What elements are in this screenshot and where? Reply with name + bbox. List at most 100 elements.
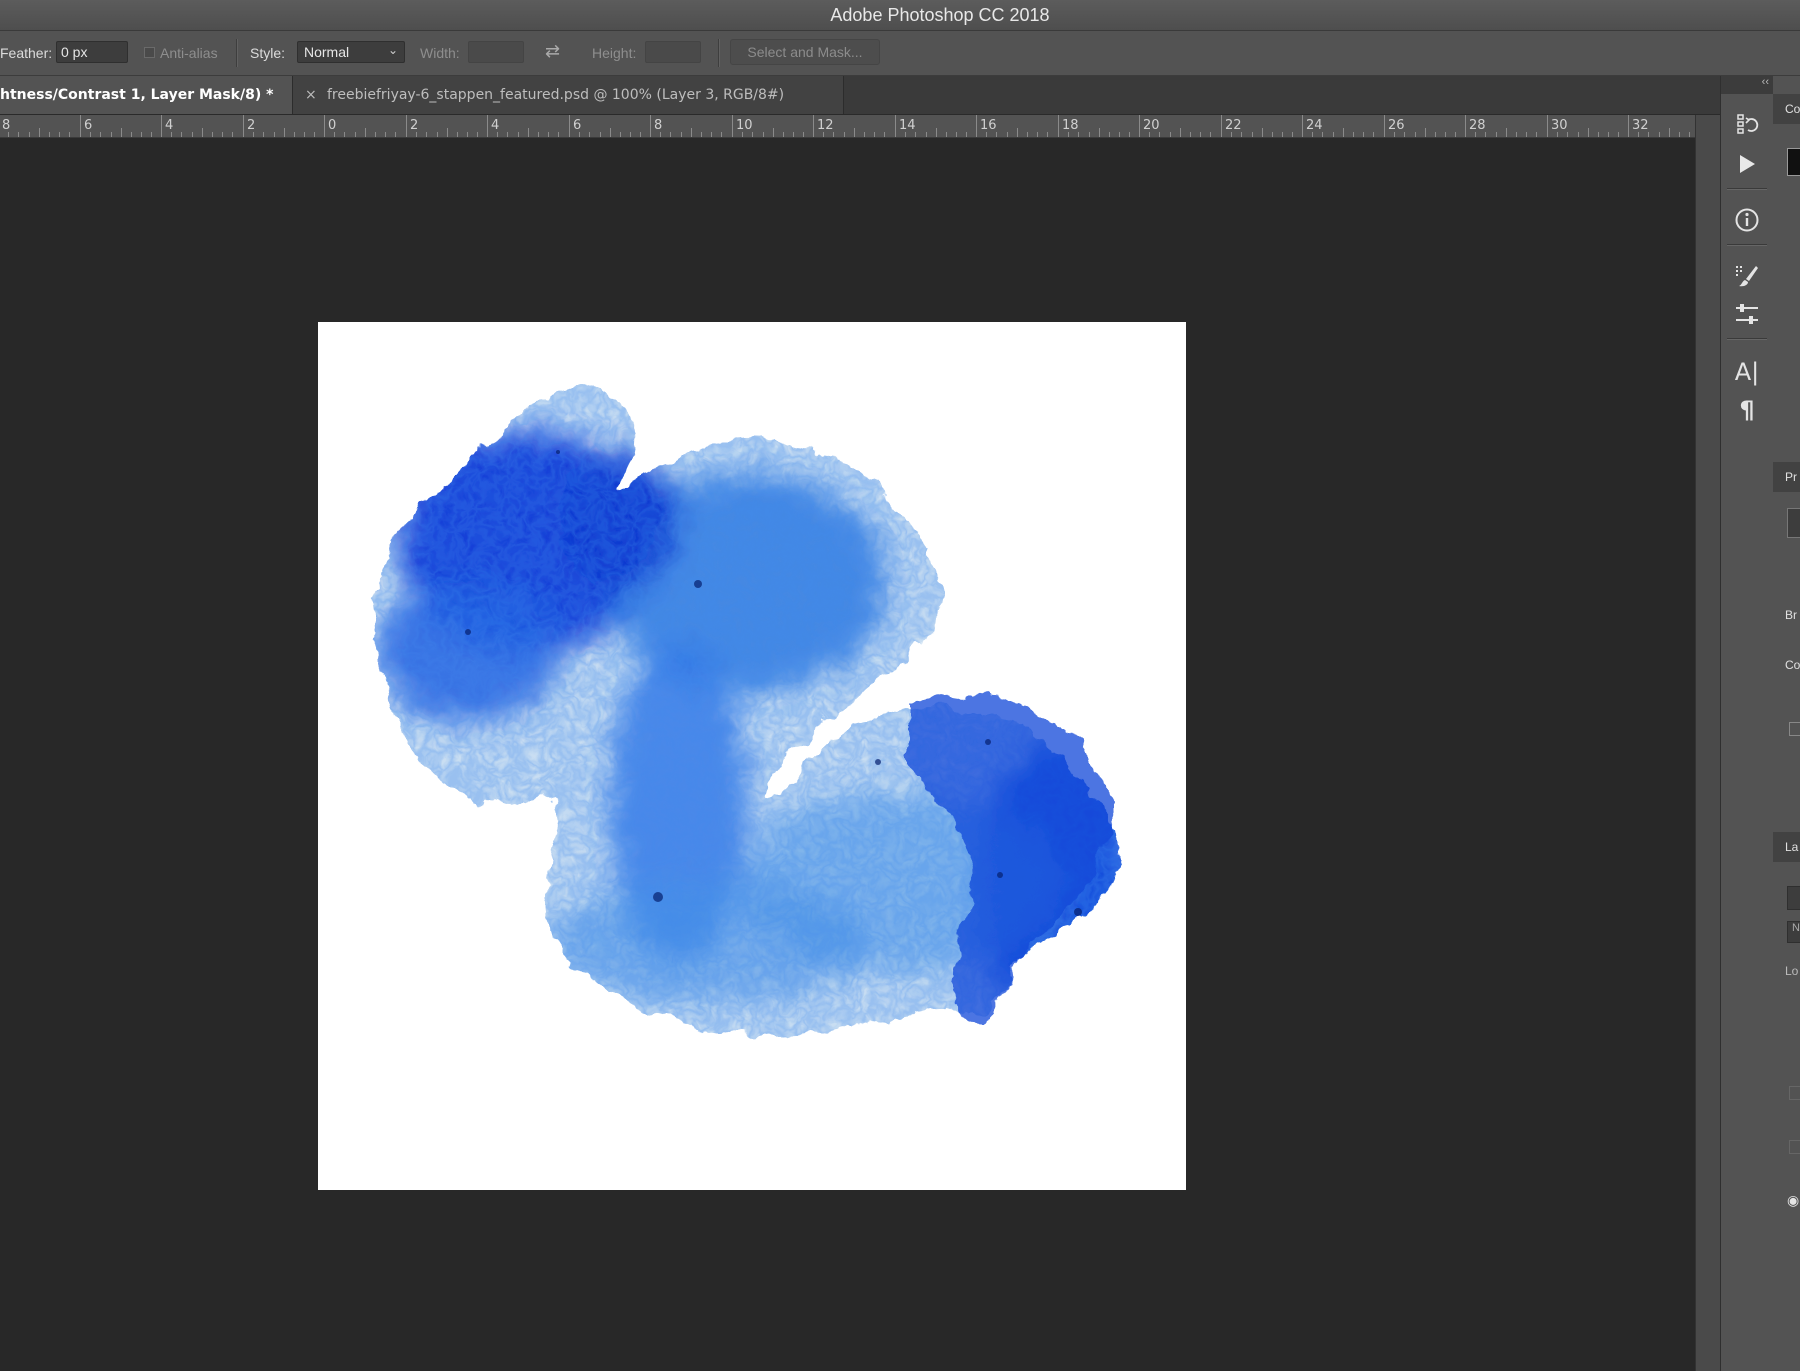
style-select[interactable]: Normal ⌄ <box>297 41 405 63</box>
lock-label: Lo <box>1785 964 1799 978</box>
adjustments-icon[interactable] <box>1731 298 1763 330</box>
ruler-minor-tick <box>1322 132 1323 137</box>
title-bar: Adobe Photoshop CC 2018 <box>0 0 1800 31</box>
ruler-minor-tick <box>956 132 957 137</box>
ruler-major-tick <box>569 115 570 137</box>
ruler-minor-tick <box>1373 132 1374 137</box>
ruler-major-tick <box>1139 115 1140 137</box>
ruler-minor-tick <box>1435 132 1436 137</box>
ruler-major-tick <box>1221 115 1222 137</box>
ruler-minor-tick <box>100 132 101 137</box>
feather-input[interactable] <box>56 41 128 63</box>
ruler-minor-tick <box>477 132 478 137</box>
ruler-minor-tick <box>1648 132 1649 137</box>
actions-play-icon[interactable] <box>1731 148 1763 180</box>
ruler-minor-tick <box>1669 128 1670 137</box>
ruler-minor-tick <box>1598 132 1599 137</box>
ruler-minor-tick <box>1252 132 1253 137</box>
ruler-minor-tick <box>344 132 345 137</box>
ruler-major-tick <box>487 115 488 137</box>
ruler-minor-tick <box>1333 132 1334 137</box>
layer-filter-search-icon[interactable] <box>1787 886 1800 910</box>
character-icon[interactable]: A| <box>1731 356 1763 388</box>
ruler-minor-tick <box>803 132 804 137</box>
ruler-minor-tick <box>365 128 366 137</box>
ruler-tick-label: 8 <box>2 118 11 133</box>
blend-mode-select[interactable]: N <box>1787 921 1800 943</box>
tab-freebiefriyay[interactable]: × freebiefriyay-6_stappen_featured.psd @… <box>292 76 844 114</box>
collapse-panels-button[interactable]: ‹‹ <box>1721 76 1773 94</box>
ruler-minor-tick <box>926 132 927 137</box>
document-canvas[interactable] <box>318 322 1186 1190</box>
swap-arrows-icon[interactable]: ⇄ <box>545 41 560 62</box>
color-panel-tab[interactable]: Co <box>1785 102 1800 116</box>
ruler-minor-tick <box>385 132 386 137</box>
ruler-minor-tick <box>1485 132 1486 137</box>
ruler-minor-tick <box>355 132 356 137</box>
ruler-tick-label: 0 <box>328 118 337 133</box>
properties-panel-tab[interactable]: Pr <box>1785 470 1797 484</box>
tab-brightness-contrast[interactable]: htness/Contrast 1, Layer Mask/8) * <box>0 76 292 114</box>
legacy-checkbox[interactable] <box>1789 722 1800 736</box>
height-label: Height: <box>592 45 637 61</box>
ruler-minor-tick <box>304 132 305 137</box>
ruler-minor-tick <box>1210 132 1211 137</box>
ruler-minor-tick <box>905 132 906 137</box>
paragraph-icon[interactable]: ¶ <box>1731 394 1763 426</box>
ruler-minor-tick <box>284 128 285 137</box>
ruler-minor-tick <box>1119 132 1120 137</box>
ruler-minor-tick <box>1007 132 1008 137</box>
layers-panel-header[interactable]: La <box>1773 832 1800 862</box>
vertical-scrollbar[interactable] <box>1695 115 1721 1371</box>
options-bar: Feather: Anti-alias Style: Normal ⌄ Widt… <box>0 31 1800 76</box>
ruler-tick-label: 14 <box>899 118 916 133</box>
info-icon[interactable] <box>1731 204 1763 236</box>
antialias-checkbox[interactable] <box>144 47 155 58</box>
height-input[interactable] <box>645 41 701 63</box>
ruler-minor-tick <box>212 132 213 137</box>
lock-checkbox[interactable] <box>1789 1140 1800 1154</box>
layers-panel-tab[interactable]: La <box>1785 840 1798 854</box>
ruler-minor-tick <box>151 132 152 137</box>
ruler-minor-tick <box>966 132 967 137</box>
ruler-minor-tick <box>1180 128 1181 137</box>
ruler-minor-tick <box>996 132 997 137</box>
ruler-tick-label: 4 <box>491 118 500 133</box>
ruler-minor-tick <box>334 132 335 137</box>
ruler-minor-tick <box>181 132 182 137</box>
close-icon[interactable]: × <box>305 76 317 114</box>
properties-mask-icon[interactable] <box>1787 508 1800 538</box>
foreground-color-swatch[interactable] <box>1787 148 1800 176</box>
ruler-major-tick <box>406 115 407 137</box>
properties-panel-header[interactable]: Pr <box>1773 462 1800 492</box>
dock-divider <box>1727 188 1767 190</box>
ruler-minor-tick <box>936 128 937 137</box>
width-input[interactable] <box>468 41 524 63</box>
ruler-minor-tick <box>1455 132 1456 137</box>
options-separator <box>718 39 720 67</box>
ruler-minor-tick <box>783 132 784 137</box>
color-panel-header[interactable]: Co <box>1773 94 1800 124</box>
select-and-mask-button[interactable]: Select and Mask... <box>730 39 880 65</box>
document-tab-bar: htness/Contrast 1, Layer Mask/8) * × fre… <box>0 76 1720 115</box>
lock-checkbox[interactable] <box>1789 1086 1800 1100</box>
ruler-minor-tick <box>507 132 508 137</box>
eye-visibility-icon[interactable]: ◉ <box>1787 1192 1799 1209</box>
brush-settings-icon[interactable] <box>1731 260 1763 292</box>
ruler-minor-tick <box>1618 132 1619 137</box>
ruler-minor-tick <box>192 132 193 137</box>
ruler-tick-label: 24 <box>1306 118 1323 133</box>
history-icon[interactable] <box>1731 108 1763 140</box>
ruler-minor-tick <box>39 128 40 137</box>
ruler-minor-tick <box>1089 132 1090 137</box>
horizontal-ruler[interactable]: 8 6 4 2 0 2 4 6 8 10 12 14 16 18 20 22 24 26 28 30 32 <box>0 115 1695 138</box>
ruler-minor-tick <box>416 132 417 137</box>
ruler-minor-tick <box>131 132 132 137</box>
ruler-tick-label: 22 <box>1225 118 1242 133</box>
ruler-minor-tick <box>721 132 722 137</box>
ruler-minor-tick <box>701 132 702 137</box>
ruler-minor-tick <box>1068 132 1069 137</box>
ruler-minor-tick <box>1638 132 1639 137</box>
ruler-minor-tick <box>558 132 559 137</box>
ruler-minor-tick <box>1343 128 1344 137</box>
